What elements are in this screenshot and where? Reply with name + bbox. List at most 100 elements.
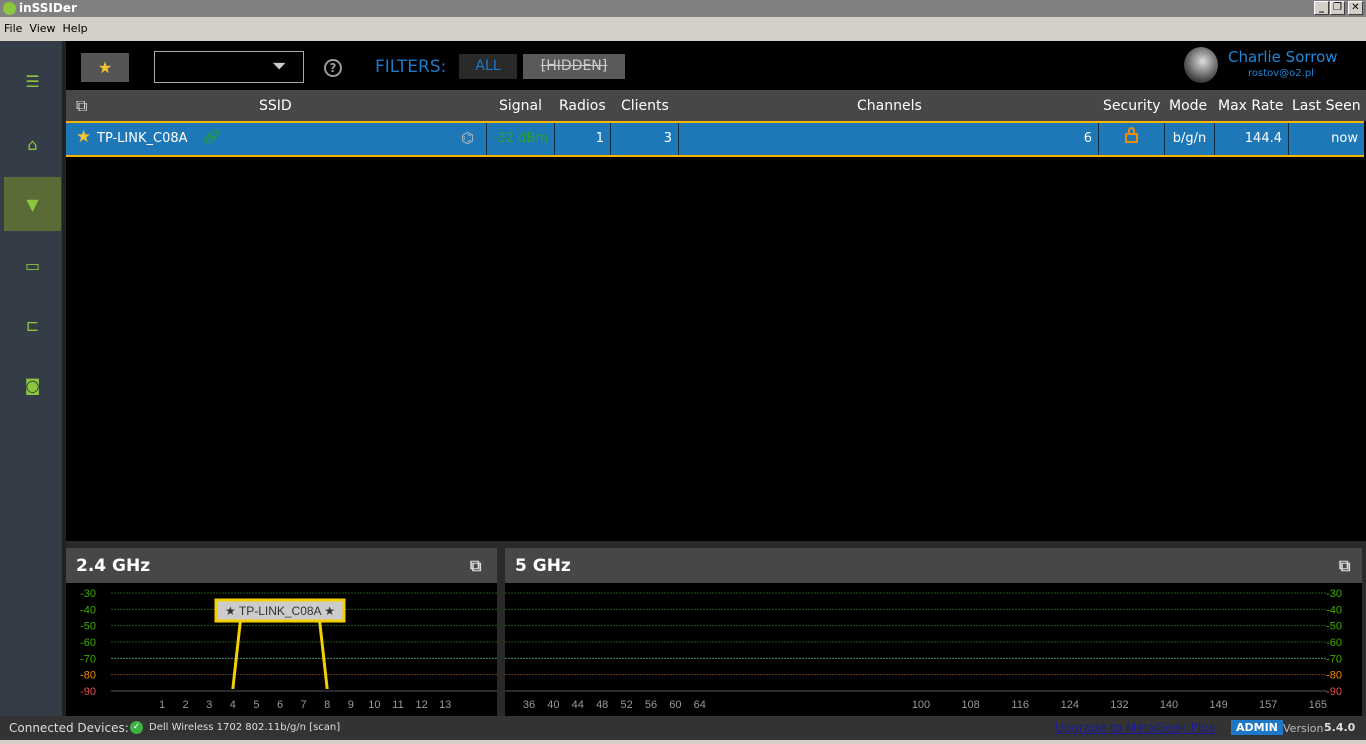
ssid-cell: TP-LINK_C08A [97,131,188,146]
col-radios[interactable]: Radios [559,98,606,114]
y-tick-label: -50 [1326,621,1342,633]
y-tick-label: -50 [80,621,96,633]
connected-devices-label: Connected Devices: [9,721,129,735]
clients-cell: 3 [610,123,678,155]
sidebar: ☰ ⌂ ▼ ▭ ⊏ ◙ [0,41,62,716]
sidebar-snapshot-icon[interactable]: ◙ [4,358,61,412]
x-tick-label: 52 [620,699,632,711]
x-tick-label: 44 [572,699,584,711]
x-tick-label: 64 [694,699,706,711]
x-tick-label: 3 [206,699,212,711]
x-tick-label: 8 [324,699,330,711]
panel-24ghz-header: 2.4 GHz ⧉ [66,548,497,583]
device-name[interactable]: Dell Wireless 1702 802.11b/g/n [scan] [149,722,340,733]
col-clients[interactable]: Clients [621,98,669,114]
y-tick-label: -90 [80,686,96,698]
col-security[interactable]: Security [1103,98,1161,114]
x-tick-label: 36 [523,699,535,711]
minimize-button[interactable]: _ [1314,1,1329,15]
binoculars-icon[interactable]: ⌬ [461,129,474,147]
x-tick-label: 165 [1309,699,1327,711]
lock-icon [1125,127,1138,143]
x-tick-label: 12 [415,699,427,711]
y-tick-label: -80 [80,670,96,682]
y-tick-label: -40 [1326,604,1342,616]
avatar[interactable] [1184,47,1218,83]
col-last-seen[interactable]: Last Seen [1292,98,1361,114]
x-tick-label: 7 [301,699,307,711]
restore-button[interactable]: ❐ [1330,1,1345,15]
x-tick-label: 116 [1011,699,1029,711]
col-signal[interactable]: Signal [499,98,542,114]
chart-5ghz: -30 -40 -50 -60 -70 -80 -90 36 40 44 48 52 56 60 64 100… [505,588,1342,711]
chart-24ghz: -30-40-50-60-70-80-901 2 3 4 5 6 7 8 9 10 11 12 13★ … [80,588,497,711]
version-label: Version [1283,722,1324,735]
y-tick-label: -60 [80,637,96,649]
signal-cell: -32 dBm [486,123,554,155]
app-logo-icon [3,2,16,15]
y-tick-label: -80 [1326,670,1342,682]
upgrade-link[interactable]: Upgrade to MetaGeek Plus [1055,721,1215,735]
col-mode[interactable]: Mode [1169,98,1207,114]
check-icon: ✓ [130,721,143,734]
x-tick-label: 132 [1110,699,1128,711]
admin-badge: ADMIN [1231,720,1283,735]
x-tick-label: 100 [912,699,930,711]
network-label: ★ TP-LINK_C08A ★ [225,604,335,618]
col-channels[interactable]: Channels [857,98,922,114]
menu-file[interactable]: File [0,17,25,35]
window-border [0,740,1366,744]
copy-icon[interactable]: ⧉ [76,96,87,116]
panel-5ghz-title: 5 GHz [515,556,571,576]
x-tick-label: 2 [183,699,189,711]
menu-help[interactable]: Help [59,17,91,35]
version-number: 5.4.0 [1324,721,1356,734]
user-email: rostov@o2.pl [1248,68,1314,79]
user-name[interactable]: Charlie Sorrow [1228,48,1338,66]
sidebar-menu-icon[interactable]: ☰ [4,54,61,108]
channels-cell: 6 [678,123,1098,155]
sidebar-home-icon[interactable]: ⌂ [4,117,61,171]
copy-icon[interactable]: ⧉ [470,556,481,576]
menu-view[interactable]: View [25,17,58,35]
x-tick-label: 11 [392,699,403,711]
sidebar-channels-icon[interactable]: ⊏ [4,298,61,352]
x-tick-label: 10 [368,699,380,711]
filter-icon[interactable]: ⏷ [272,56,286,77]
close-button[interactable]: ✕ [1348,1,1363,15]
col-ssid[interactable]: SSID [259,98,292,114]
panel-5ghz-header: 5 GHz ⧉ [505,548,1362,583]
x-tick-label: 157 [1259,699,1277,711]
window-title: inSSIDer [19,1,77,15]
splitter[interactable] [66,541,1366,548]
filter-hidden-button[interactable]: [HIDDEN] [523,54,625,79]
panel-divider [497,548,505,716]
x-tick-label: 108 [961,699,979,711]
help-icon[interactable]: ? [324,59,342,77]
toolbar: ★ ⏷ ? FILTERS: ALL [HIDDEN] Charlie Sorr… [66,41,1366,90]
x-tick-label: 1 [159,699,165,711]
status-bar: Connected Devices: ✓ Dell Wireless 1702 … [0,716,1366,740]
col-max-rate[interactable]: Max Rate [1218,98,1284,114]
favorite-star-icon[interactable]: ★ [76,127,91,147]
favorites-filter-button[interactable]: ★ [81,53,129,82]
y-tick-label: -70 [80,653,96,665]
y-tick-label: -40 [80,604,96,616]
y-tick-label: -30 [80,588,96,600]
sidebar-devices-icon[interactable]: ▭ [4,238,61,292]
network-list [66,157,1364,541]
copy-icon[interactable]: ⧉ [1339,556,1350,576]
right-edge [1362,548,1366,716]
filter-all-button[interactable]: ALL [459,54,517,79]
x-tick-label: 124 [1061,699,1079,711]
title-bar: inSSIDer _ ❐ ✕ [0,0,1366,17]
x-tick-label: 60 [669,699,681,711]
y-tick-label: -90 [1326,686,1342,698]
sidebar-networks-icon[interactable]: ▼ [4,177,61,231]
y-tick-label: -30 [1326,588,1342,600]
x-tick-label: 48 [596,699,608,711]
x-tick-label: 6 [277,699,283,711]
table-row[interactable]: ★ TP-LINK_C08A 🔗︎ ⌬ -32 dBm 1 3 6 b/g/n … [66,121,1364,157]
last-seen-cell: now [1288,123,1364,155]
radios-cell: 1 [554,123,610,155]
